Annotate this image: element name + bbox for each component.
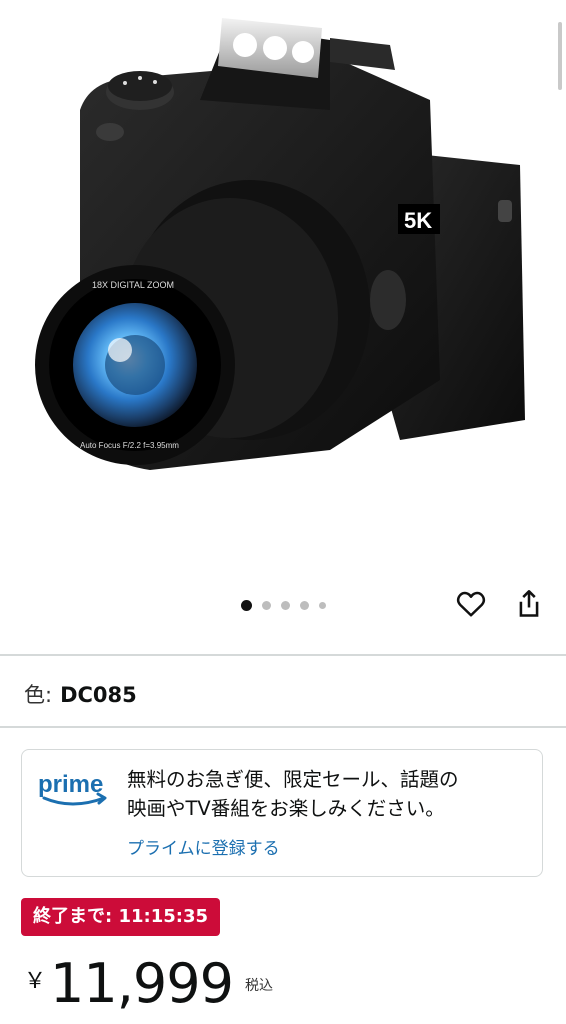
price-block: ￥ 11,999 税込 <box>24 951 273 1017</box>
svg-text:prime: prime <box>38 771 103 798</box>
wishlist-button[interactable] <box>454 587 488 621</box>
color-label: 色: <box>24 683 53 707</box>
carousel-dot[interactable] <box>280 600 290 610</box>
lens-text-top: 18X DIGITAL ZOOM <box>92 280 174 290</box>
section-divider <box>0 726 566 728</box>
product-image[interactable]: 5K 18X DIGITAL ZOOM Auto Focus F/2.2 f=3… <box>0 0 566 575</box>
currency-symbol: ￥ <box>24 969 47 994</box>
carousel-dot[interactable] <box>318 601 326 609</box>
carousel-dot[interactable] <box>299 600 309 610</box>
prime-line-2: 映画やTV番組をお楽しみください。 <box>127 797 445 820</box>
price-amount: 11,999 <box>50 952 234 1015</box>
prime-logo: prime <box>38 770 114 810</box>
share-button[interactable] <box>512 587 546 621</box>
share-icon <box>519 590 539 617</box>
prime-signup-link[interactable]: プライムに登録する <box>127 834 280 859</box>
prime-line-1: 無料のお急ぎ便、限定セール、話題の <box>127 768 459 791</box>
color-value: DC085 <box>60 683 137 707</box>
deal-countdown-badge: 終了まで: 11:15:35 <box>21 898 221 936</box>
carousel-dot[interactable] <box>240 599 252 611</box>
carousel-dot[interactable] <box>261 600 271 610</box>
camera-badge-text: 5K <box>404 208 432 233</box>
heart-outline-icon <box>456 591 486 617</box>
tax-note: 税込 <box>244 978 273 994</box>
color-selection[interactable]: 色: DC085 <box>24 679 137 709</box>
prime-description: 無料のお急ぎ便、限定セール、話題の 映画やTV番組をお楽しみください。 <box>127 765 532 823</box>
prime-promo-box[interactable]: prime 無料のお急ぎ便、限定セール、話題の 映画やTV番組をお楽しみください… <box>21 749 543 877</box>
section-divider <box>0 654 566 656</box>
lens-text-bottom: Auto Focus F/2.2 f=3.95mm <box>80 441 179 450</box>
